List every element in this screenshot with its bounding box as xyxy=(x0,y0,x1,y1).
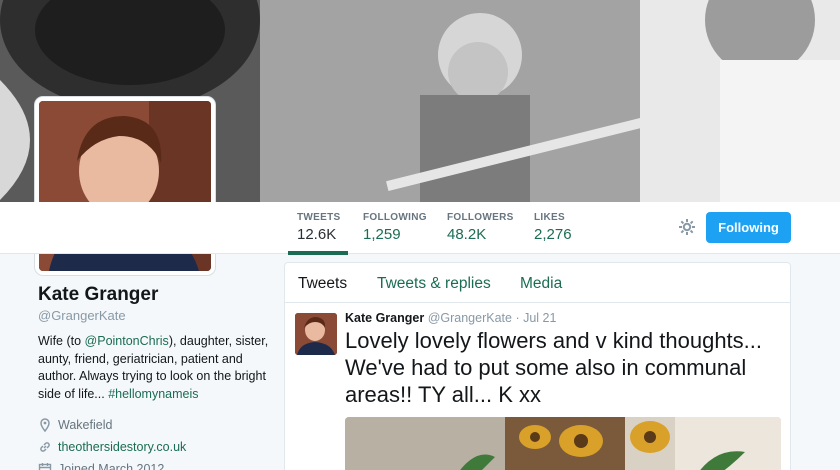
profile-location: Wakefield xyxy=(38,415,270,435)
calendar-icon xyxy=(38,463,52,470)
following-button[interactable]: Following xyxy=(706,212,791,243)
stat-value: 12.6K xyxy=(297,226,337,243)
profile-joined: Joined March 2012 xyxy=(38,459,270,470)
joined-text: Joined March 2012 xyxy=(58,462,165,470)
location-text: Wakefield xyxy=(58,418,113,432)
stat-following[interactable]: FOLLOWING 1,259 xyxy=(363,212,427,243)
tab-tweets-replies[interactable]: Tweets & replies xyxy=(377,275,491,293)
tab-media[interactable]: Media xyxy=(520,275,562,293)
profile-name[interactable]: Kate Granger xyxy=(38,284,270,306)
stat-value: 48.2K xyxy=(447,226,487,243)
timeline: Tweets Tweets & replies Media Kate Grang… xyxy=(284,262,791,470)
stat-tweets[interactable]: TWEETS 12.6K xyxy=(297,212,340,243)
bio-mention-link[interactable]: @PointonChris xyxy=(85,334,169,348)
tweet-header: Kate Granger @GrangerKate · Jul 21 xyxy=(345,311,556,325)
tweet-avatar[interactable] xyxy=(295,313,337,355)
tweet-text: Lovely lovely flowers and v kind thought… xyxy=(345,328,763,407)
stat-label: FOLLOWING xyxy=(363,212,427,223)
profile-handle[interactable]: @GrangerKate xyxy=(38,308,270,323)
profile-website: theothersidestory.co.uk xyxy=(38,437,270,457)
location-pin-icon xyxy=(40,418,50,432)
stat-label: TWEETS xyxy=(297,212,341,223)
website-link[interactable]: theothersidestory.co.uk xyxy=(58,440,186,454)
gear-icon[interactable] xyxy=(677,217,697,237)
timeline-tabs: Tweets Tweets & replies Media xyxy=(285,263,790,303)
stat-label: LIKES xyxy=(534,212,565,223)
profile-bio: Wife (to @PointonChris), daughter, siste… xyxy=(38,333,270,403)
tweet-author-name[interactable]: Kate Granger xyxy=(345,311,424,325)
tweet-media-photo xyxy=(345,417,781,470)
tweet-media[interactable] xyxy=(345,417,781,470)
bio-hashtag-link[interactable]: #hellomynameis xyxy=(108,387,198,401)
tweet-date[interactable]: · Jul 21 xyxy=(515,311,556,325)
stat-value: 2,276 xyxy=(534,226,572,243)
stat-label: FOLLOWERS xyxy=(447,212,514,223)
stat-followers[interactable]: FOLLOWERS 48.2K xyxy=(447,212,514,243)
tab-tweets[interactable]: Tweets xyxy=(298,275,347,293)
active-stat-underline xyxy=(288,251,348,255)
profile-card: Kate Granger @GrangerKate Wife (to @Poin… xyxy=(38,284,270,470)
stat-value: 1,259 xyxy=(363,226,401,243)
link-icon xyxy=(40,442,50,452)
tweet-author-handle[interactable]: @GrangerKate xyxy=(428,311,512,325)
tweet-avatar-photo xyxy=(295,313,337,355)
bio-text: Wife (to xyxy=(38,334,85,348)
stat-likes[interactable]: LIKES 2,276 xyxy=(534,212,572,243)
